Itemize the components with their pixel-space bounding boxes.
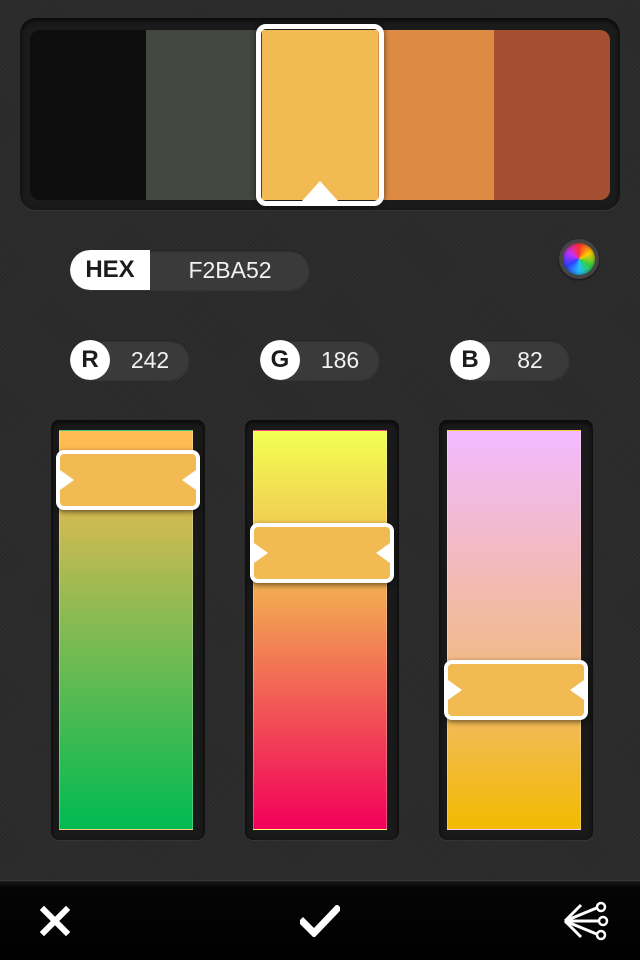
close-icon <box>40 906 70 936</box>
swatch-1[interactable] <box>30 30 146 200</box>
blue-field[interactable]: B 82 <box>450 340 570 380</box>
thumb-notch-right-icon <box>376 543 390 563</box>
swatch-5[interactable] <box>494 30 610 200</box>
hex-label: HEX <box>70 250 150 290</box>
green-slider-thumb[interactable] <box>250 523 394 583</box>
share-button[interactable] <box>540 881 630 960</box>
confirm-button[interactable] <box>275 881 365 960</box>
share-icon <box>563 901 609 941</box>
green-value[interactable]: 186 <box>300 340 380 380</box>
color-wheel-icon <box>563 243 595 275</box>
green-slider-track[interactable] <box>245 420 399 840</box>
swatch-2[interactable] <box>146 30 262 200</box>
swatch-4[interactable] <box>378 30 494 200</box>
palette <box>30 30 610 200</box>
thumb-notch-left-icon <box>254 543 268 563</box>
blue-label: B <box>450 340 490 380</box>
green-slider-gradient <box>253 430 387 830</box>
thumb-notch-left-icon <box>60 470 74 490</box>
color-wheel-button[interactable] <box>559 239 599 279</box>
red-slider-thumb[interactable] <box>56 450 200 510</box>
blue-value[interactable]: 82 <box>490 340 570 380</box>
red-value[interactable]: 242 <box>110 340 190 380</box>
red-label: R <box>70 340 110 380</box>
blue-slider-track[interactable] <box>439 420 593 840</box>
thumb-notch-right-icon <box>182 470 196 490</box>
green-field[interactable]: G 186 <box>260 340 380 380</box>
thumb-notch-left-icon <box>448 680 462 700</box>
hex-value[interactable]: F2BA52 <box>150 250 310 290</box>
swatch-3[interactable] <box>262 30 378 200</box>
cancel-button[interactable] <box>10 881 100 960</box>
bottom-toolbar <box>0 880 640 960</box>
hex-field[interactable]: HEX F2BA52 <box>70 250 310 290</box>
thumb-notch-right-icon <box>570 680 584 700</box>
selected-swatch-pointer-icon <box>302 181 338 201</box>
blue-slider-gradient <box>447 430 581 830</box>
checkmark-icon <box>300 905 340 937</box>
red-field[interactable]: R 242 <box>70 340 190 380</box>
blue-slider-thumb[interactable] <box>444 660 588 720</box>
green-label: G <box>260 340 300 380</box>
